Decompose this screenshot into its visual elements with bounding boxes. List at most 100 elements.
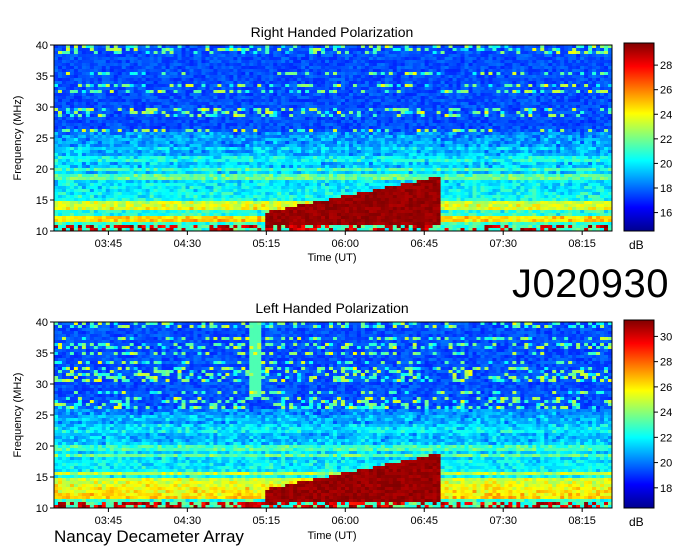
heatmap-cell [97, 141, 103, 145]
heatmap-cell [368, 225, 374, 229]
heatmap-cell [289, 171, 294, 175]
heatmap-cell [348, 171, 354, 175]
heatmap-cell [237, 153, 242, 157]
heatmap-cell [137, 207, 143, 211]
heatmap-cell [201, 162, 206, 166]
heatmap-cell [141, 132, 147, 136]
heatmap-cell [360, 60, 366, 64]
heatmap-cell [153, 222, 159, 226]
heatmap-cell [69, 171, 75, 175]
heatmap-cell [113, 156, 119, 160]
heatmap-cell [333, 150, 338, 154]
heatmap-cell [333, 141, 338, 145]
heatmap-cell [101, 225, 107, 229]
heatmap-cell [165, 123, 170, 127]
heatmap-cell [205, 99, 210, 103]
heatmap-cell [113, 216, 119, 220]
heatmap-cell [301, 75, 306, 79]
heatmap-cell [301, 189, 306, 193]
heatmap-cell [364, 141, 370, 145]
heatmap-cell [125, 45, 131, 49]
heatmap-cell [265, 75, 270, 79]
heatmap-cell [157, 72, 163, 76]
heatmap-cell [201, 69, 206, 73]
heatmap-cell [241, 87, 246, 91]
heatmap-cell [65, 72, 71, 76]
heatmap-cell [205, 162, 210, 166]
heatmap-cell [285, 99, 290, 103]
heatmap-cell [177, 171, 182, 175]
heatmap-cell [89, 150, 95, 154]
heatmap-cell [201, 168, 206, 172]
heatmap-cell [277, 156, 282, 160]
heatmap-cell [245, 45, 250, 49]
heatmap-cell [125, 189, 131, 193]
heatmap-cell [325, 192, 330, 196]
heatmap-cell [54, 141, 59, 145]
heatmap-cell [61, 129, 67, 133]
heatmap-cell [125, 81, 131, 85]
heatmap-cell [225, 219, 230, 223]
heatmap-cell [217, 144, 222, 148]
heatmap-cell [325, 66, 330, 70]
heatmap-cell [125, 132, 131, 136]
heatmap-cell [81, 99, 87, 103]
heatmap-cell [340, 75, 346, 79]
heatmap-cell [57, 192, 63, 196]
heatmap-cell [221, 222, 226, 226]
heatmap-cell [157, 216, 163, 220]
heatmap-cell [313, 99, 318, 103]
heatmap-cell [125, 147, 131, 151]
heatmap-cell [113, 138, 119, 142]
heatmap-cell [285, 153, 290, 157]
heatmap-cell [65, 207, 71, 211]
heatmap-cell [105, 105, 111, 109]
heatmap-cell [121, 114, 127, 118]
heatmap-cell [237, 126, 242, 130]
heatmap-cell [253, 111, 258, 115]
heatmap-cell [348, 117, 354, 121]
heatmap-cell [336, 108, 342, 112]
heatmap-cell [336, 69, 342, 73]
heatmap-cell [352, 174, 358, 178]
heatmap-cell [265, 168, 270, 172]
heatmap-cell [241, 165, 246, 169]
heatmap-cell [368, 201, 374, 205]
heatmap-cell [73, 132, 79, 136]
heatmap-cell [149, 99, 155, 103]
heatmap-cell [177, 105, 182, 109]
heatmap-cell [293, 210, 298, 214]
heatmap-cell [113, 141, 119, 145]
heatmap-cell [325, 48, 330, 52]
heatmap-cell [69, 174, 75, 178]
heatmap-cell [277, 51, 282, 55]
heatmap-cell [249, 165, 254, 169]
heatmap-cell [257, 60, 262, 64]
heatmap-cell [321, 141, 326, 145]
heatmap-cell [325, 108, 330, 112]
heatmap-cell [133, 171, 139, 175]
heatmap-cell [317, 69, 322, 73]
heatmap-cell [177, 63, 182, 67]
heatmap-cell [265, 126, 270, 130]
heatmap-cell [325, 177, 330, 181]
heatmap-cell [109, 204, 115, 208]
heatmap-cell [141, 84, 147, 88]
heatmap-cell [97, 45, 103, 49]
heatmap-cell [125, 186, 131, 190]
heatmap-cell [101, 132, 107, 136]
heatmap-cell [57, 189, 63, 193]
heatmap-cell [281, 84, 286, 88]
heatmap-cell [221, 201, 226, 205]
heatmap-cell [109, 162, 115, 166]
heatmap-cell [205, 96, 210, 100]
heatmap-cell [241, 153, 246, 157]
heatmap-cell [221, 111, 226, 115]
heatmap-cell [89, 186, 95, 190]
heatmap-cell [348, 54, 354, 58]
heatmap-cell [205, 93, 210, 97]
heatmap-cell [325, 210, 330, 214]
heatmap-cell [77, 78, 83, 82]
heatmap-cell [85, 51, 91, 55]
heatmap-cell [61, 210, 67, 214]
